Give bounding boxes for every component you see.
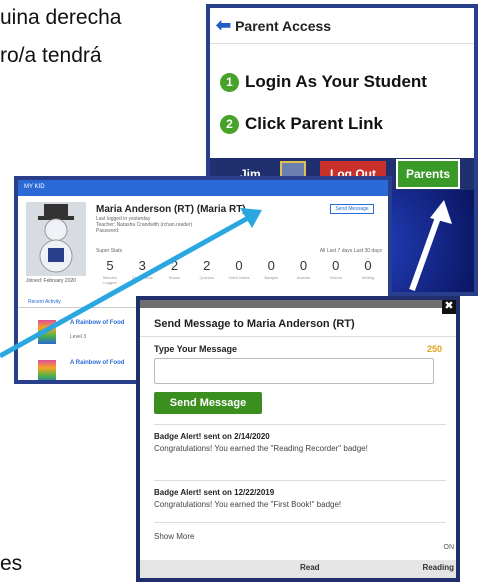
divider <box>154 424 446 425</box>
footer-read: Read <box>300 563 320 572</box>
send-message-dialog: ✖ Send Message to Maria Anderson (RT) Ty… <box>136 296 460 582</box>
badge-message: Badge Alert! sent on 12/22/2019 Congratu… <box>154 488 446 511</box>
divider <box>154 522 446 523</box>
message-label: Type Your Message <box>154 344 238 354</box>
badge-message-body: Congratulations! You earned the "First B… <box>154 500 342 509</box>
edge-label: ON <box>443 544 455 551</box>
message-input[interactable] <box>154 358 434 384</box>
footer-reading: Reading <box>422 563 454 572</box>
badge-message: Badge Alert! sent on 2/14/2020 Congratul… <box>154 432 446 455</box>
dialog-title: Send Message to Maria Anderson (RT) <box>154 318 355 330</box>
close-icon[interactable]: ✖ <box>442 300 456 314</box>
divider <box>140 336 456 337</box>
dialog-backdrop <box>140 300 456 308</box>
send-message-button[interactable]: Send Message <box>154 392 262 414</box>
badge-message-body: Congratulations! You earned the "Reading… <box>154 444 368 453</box>
divider <box>154 480 446 481</box>
badge-message-header: Badge Alert! sent on 2/14/2020 <box>154 432 270 441</box>
show-more-link[interactable]: Show More <box>154 532 194 541</box>
badge-message-header: Badge Alert! sent on 12/22/2019 <box>154 488 275 497</box>
character-count: 250 <box>426 344 442 354</box>
dialog-footer: Read Reading <box>140 560 456 578</box>
